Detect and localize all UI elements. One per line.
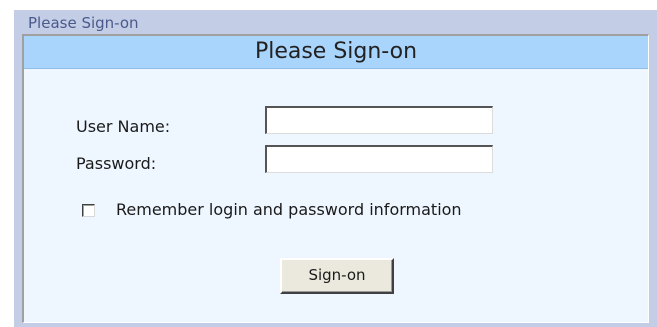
username-label: User Name: [76,117,171,136]
username-input[interactable] [265,106,493,134]
panel-title: Please Sign-on [24,36,648,69]
sign-on-button[interactable]: Sign-on [280,258,394,294]
remember-checkbox[interactable] [82,204,95,217]
sign-on-panel: Please Sign-on User Name: Password: Reme… [22,34,649,323]
sign-on-frame: Please Sign-on Please Sign-on User Name:… [14,10,657,327]
password-label: Password: [76,154,157,173]
frame-caption: Please Sign-on [28,14,139,32]
remember-label[interactable]: Remember login and password information [116,200,462,220]
password-input[interactable] [265,145,493,173]
